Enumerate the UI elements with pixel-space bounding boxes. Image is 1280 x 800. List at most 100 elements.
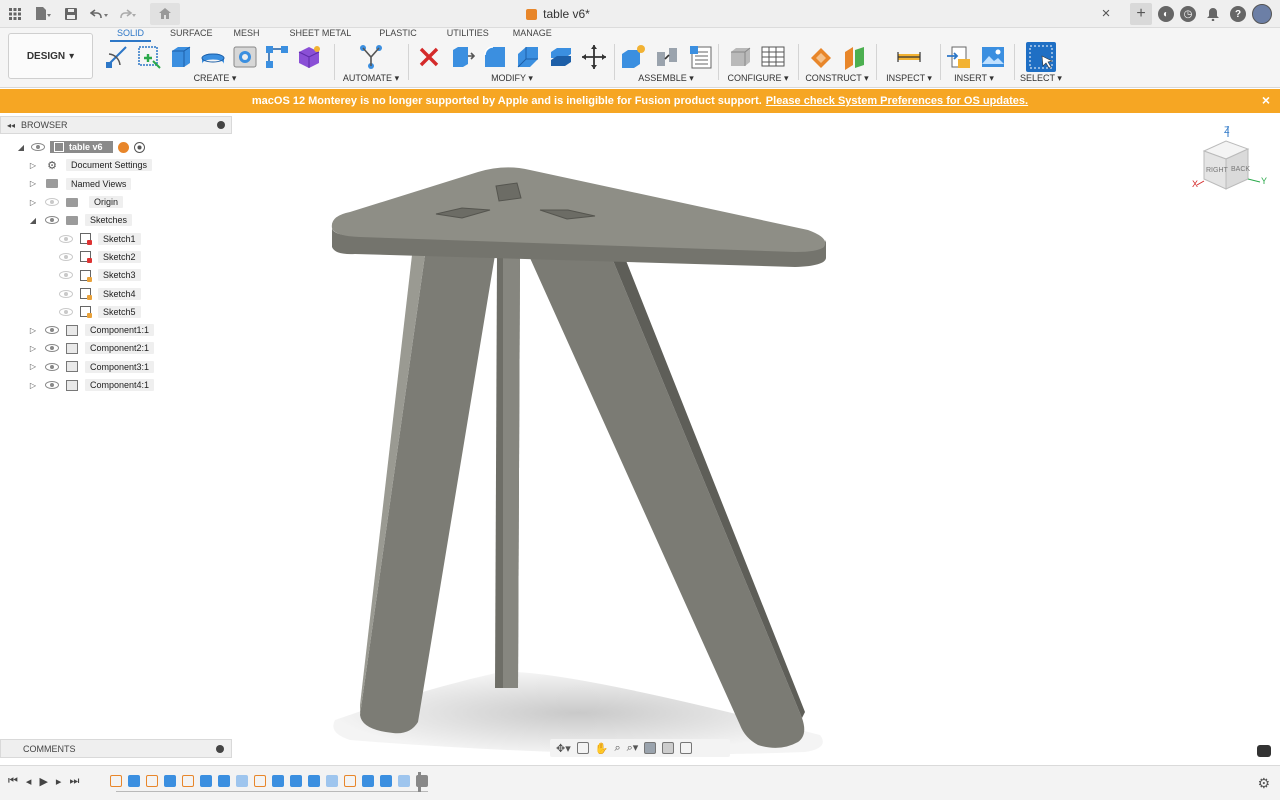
revolve-icon[interactable] bbox=[200, 44, 226, 70]
document-tab[interactable]: table v6* bbox=[526, 7, 590, 21]
tree-item-origin[interactable]: ▷ Origin bbox=[0, 193, 232, 211]
move-copy-icon[interactable] bbox=[581, 44, 607, 70]
model-canvas[interactable] bbox=[232, 113, 1280, 763]
banner-link[interactable]: Please check System Preferences for OS u… bbox=[766, 95, 1028, 107]
go-to-end-icon[interactable]: ⏭ bbox=[69, 775, 79, 788]
automate-icon[interactable] bbox=[358, 44, 384, 70]
visibility-eye-icon[interactable] bbox=[45, 326, 59, 335]
pattern-icon[interactable] bbox=[264, 44, 290, 70]
step-back-icon[interactable]: ◂ bbox=[26, 775, 32, 788]
timeline-extrude-item[interactable] bbox=[290, 775, 302, 787]
insert-derive-icon[interactable] bbox=[946, 44, 972, 70]
play-icon[interactable]: ▶ bbox=[39, 775, 47, 788]
help-icon[interactable]: ? bbox=[1230, 6, 1246, 22]
configure-model-icon[interactable] bbox=[728, 44, 754, 70]
shell-icon[interactable] bbox=[515, 44, 541, 70]
visibility-eye-icon[interactable] bbox=[45, 381, 59, 389]
gear-icon[interactable]: ⚙ bbox=[1257, 775, 1270, 792]
offset-plane-icon[interactable] bbox=[808, 44, 834, 70]
expand-right-icon[interactable]: ▷ bbox=[28, 381, 38, 390]
hole-icon[interactable] bbox=[232, 44, 258, 70]
timeline-fillet-item[interactable] bbox=[398, 775, 410, 787]
select-icon[interactable] bbox=[1026, 42, 1056, 72]
right-leg[interactable] bbox=[530, 258, 805, 748]
tree-item-component3[interactable]: ▷ Component3:1 bbox=[0, 358, 232, 376]
visibility-eye-icon[interactable] bbox=[45, 362, 59, 371]
insert-menu[interactable]: INSERT ▾ bbox=[942, 73, 1006, 84]
fillet-icon[interactable] bbox=[482, 44, 508, 70]
configuration-table-icon[interactable] bbox=[760, 44, 786, 70]
canvas-viewport[interactable] bbox=[232, 113, 1280, 763]
tree-item-sketch2[interactable]: Sketch2 bbox=[0, 248, 232, 266]
look-at-icon[interactable] bbox=[576, 742, 589, 754]
extensions-icon[interactable]: ◐ bbox=[1158, 6, 1174, 22]
extrude-icon[interactable] bbox=[168, 44, 194, 70]
undo-icon[interactable] bbox=[88, 3, 110, 25]
notifications-bell-icon[interactable] bbox=[1202, 3, 1224, 25]
measure-icon[interactable] bbox=[896, 44, 922, 70]
close-tab-icon[interactable]: × bbox=[1098, 5, 1114, 23]
combine-icon[interactable] bbox=[548, 44, 574, 70]
file-menu-icon[interactable] bbox=[32, 3, 54, 25]
visibility-eye-icon[interactable] bbox=[59, 234, 73, 243]
left-leg[interactable] bbox=[360, 255, 495, 734]
timeline-marker[interactable] bbox=[418, 772, 421, 792]
visibility-eye-icon[interactable] bbox=[59, 271, 73, 280]
collapse-panel-icon[interactable]: ◂◂ bbox=[7, 121, 15, 130]
visibility-eye-icon[interactable] bbox=[59, 252, 73, 261]
tree-item-component4[interactable]: ▷ Component4:1 bbox=[0, 376, 232, 394]
tree-item-sketches[interactable]: ◢ Sketches bbox=[0, 211, 232, 229]
minus-circle-icon[interactable] bbox=[217, 121, 225, 129]
timeline-extrude-item[interactable] bbox=[218, 775, 230, 787]
timeline-fillet-item[interactable] bbox=[236, 775, 248, 787]
visibility-eye-icon[interactable] bbox=[45, 198, 59, 207]
create-form-icon[interactable] bbox=[296, 44, 322, 70]
new-tab-button[interactable]: + bbox=[1130, 3, 1152, 25]
timeline-extrude-item[interactable] bbox=[164, 775, 176, 787]
select-menu[interactable]: SELECT ▾ bbox=[1018, 73, 1064, 84]
home-button[interactable] bbox=[150, 2, 180, 25]
tree-item-component2[interactable]: ▷ Component2:1 bbox=[0, 339, 232, 357]
tree-item-sketch5[interactable]: Sketch5 bbox=[0, 303, 232, 321]
timeline-extrude-item[interactable] bbox=[200, 775, 212, 787]
tree-item-sketch4[interactable]: Sketch4 bbox=[0, 284, 232, 302]
visibility-eye-icon[interactable] bbox=[45, 216, 59, 225]
tree-item-component1[interactable]: ▷ Component1:1 bbox=[0, 321, 232, 339]
timeline-sketch-item[interactable] bbox=[254, 775, 266, 787]
timeline-extrude-item[interactable] bbox=[128, 775, 140, 787]
expand-right-icon[interactable]: ▷ bbox=[28, 179, 38, 188]
expand-right-icon[interactable]: ▷ bbox=[28, 198, 38, 207]
zoom-window-icon[interactable]: ⌕▾ bbox=[627, 741, 639, 755]
tab-mesh[interactable]: MESH bbox=[226, 28, 280, 42]
construct-menu[interactable]: CONSTRUCT ▾ bbox=[804, 73, 870, 84]
plane-at-angle-icon[interactable] bbox=[842, 44, 868, 70]
user-avatar[interactable] bbox=[1252, 4, 1272, 24]
cube-face-back[interactable]: BACK bbox=[1231, 166, 1250, 173]
tree-item-named-views[interactable]: ▷ Named Views bbox=[0, 175, 232, 193]
timeline-extrude-item[interactable] bbox=[272, 775, 284, 787]
new-component-icon[interactable] bbox=[620, 44, 646, 70]
comments-panel[interactable]: COMMENTS bbox=[0, 739, 232, 758]
timeline-sketch-item[interactable] bbox=[146, 775, 158, 787]
expand-right-icon[interactable]: ▷ bbox=[28, 161, 38, 170]
press-pull-icon[interactable] bbox=[449, 44, 476, 70]
grid-snap-icon[interactable] bbox=[662, 742, 675, 754]
assemble-menu[interactable]: ASSEMBLE ▾ bbox=[618, 73, 714, 84]
tree-root[interactable]: ◢ table v6 bbox=[0, 138, 232, 156]
delete-icon[interactable] bbox=[416, 44, 442, 70]
timeline-sketch-item[interactable] bbox=[344, 775, 356, 787]
visibility-eye-icon[interactable] bbox=[31, 143, 45, 152]
timeline-extrude-item[interactable] bbox=[308, 775, 320, 787]
job-status-icon[interactable]: ◷ bbox=[1180, 6, 1196, 22]
app-grid-icon[interactable] bbox=[4, 3, 26, 25]
inspect-menu[interactable]: INSPECT ▾ bbox=[880, 73, 938, 84]
expand-right-icon[interactable]: ▷ bbox=[28, 344, 38, 353]
configure-menu[interactable]: CONFIGURE ▾ bbox=[724, 73, 792, 84]
visibility-eye-icon[interactable] bbox=[59, 289, 73, 298]
tab-manage[interactable]: MANAGE bbox=[507, 28, 558, 42]
timeline-extrude-item[interactable] bbox=[380, 775, 392, 787]
tree-item-sketch1[interactable]: Sketch1 bbox=[0, 229, 232, 247]
bill-of-materials-icon[interactable] bbox=[688, 44, 714, 70]
timeline-fillet-item[interactable] bbox=[326, 775, 338, 787]
radio-target-icon[interactable] bbox=[133, 141, 145, 153]
